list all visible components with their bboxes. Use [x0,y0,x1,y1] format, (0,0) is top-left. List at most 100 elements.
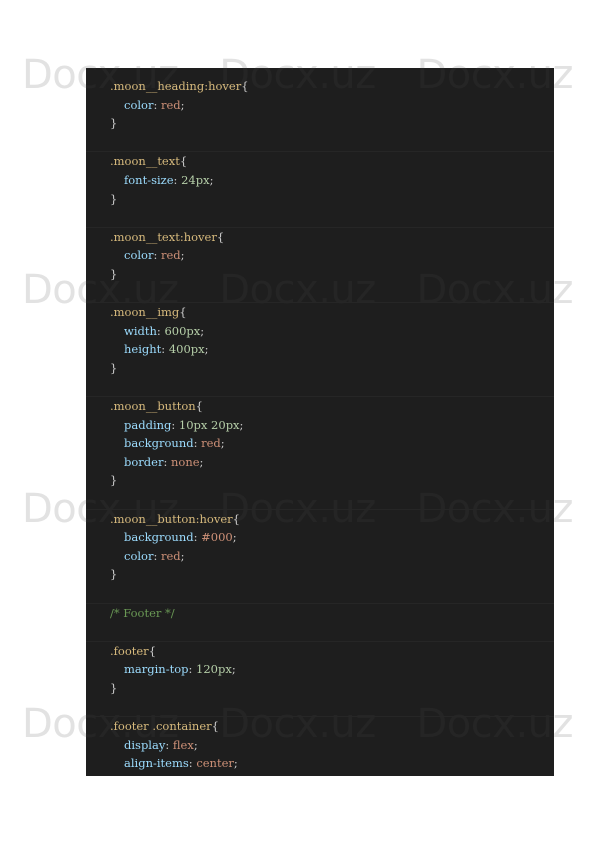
code-line: .footer .container{ [86,717,554,736]
code-token-prop: background [124,436,194,451]
code-line: justify-content: space-between; [86,773,554,776]
code-token-sel: .moon__heading:hover [110,79,242,93]
code-line: color: red; [86,246,554,265]
code-line-blank [86,584,554,604]
code-token-prop: margin-top [124,662,189,677]
code-line-blank [86,284,554,304]
code-line-blank [86,490,554,510]
code-token-num: 24px [181,172,210,187]
code-token-punc: { [179,305,187,320]
code-token-punc: ; [232,530,237,545]
code-line: .moon__text{ [86,152,554,171]
code-token-punc: : [163,454,171,469]
code-token-punc: : [161,342,169,357]
code-token-punc: ; [180,248,185,263]
code-line-blank [86,133,554,153]
code-token-punc: } [110,567,118,582]
code-token-sel: .footer [110,643,149,658]
code-token-prop: border [124,454,164,469]
code-token-str: space-between [216,775,303,776]
code-token-punc: ; [180,97,185,112]
code-line-blank [86,378,554,398]
code-line: .moon__button{ [86,397,554,416]
code-token-punc: : [153,248,161,263]
code-line: color: red; [86,96,554,115]
code-token-punc: { [211,719,219,734]
code-line: .footer{ [86,642,554,661]
code-token-str: center [196,756,234,771]
code-token-punc: ; [204,342,209,357]
code-token-punc: } [110,681,118,695]
code-token-punc: : [188,662,197,677]
code-line: } [86,679,554,698]
code-token-punc: } [110,266,118,281]
code-token-sel: .moon__img [110,305,180,320]
code-token-sel: .moon__button [110,399,196,414]
code-token-prop: height [124,342,162,357]
code-token-punc: ; [200,323,205,338]
code-token-punc: : [153,548,161,563]
code-token-punc: } [110,473,118,488]
code-token-num: 120px [196,662,232,677]
code-token-punc: ; [233,756,238,771]
code-token-prop: background [124,530,194,545]
code-token-sel: .moon__text:hover [110,229,217,244]
code-token-punc: ; [220,436,225,451]
code-line: padding: 10px 20px; [86,416,554,435]
code-line: } [86,114,554,133]
code-token-sel: .footer .container [110,719,212,734]
code-line: align-items: center; [86,754,554,773]
code-token-punc: { [195,399,203,414]
code-token-punc: } [110,191,118,206]
code-token-punc: { [232,511,240,526]
code-token-punc: ; [302,775,306,776]
code-token-str: red [161,548,181,563]
code-token-punc: : [173,172,182,187]
code-line: background: #000; [86,528,554,547]
code-token-com: /* Footer */ [110,605,175,620]
code-line-blank [86,622,554,642]
code-line: .moon__img{ [86,303,554,322]
code-token-punc: { [148,643,157,658]
code-token-punc: { [216,229,225,244]
code-line: .moon__heading:hover{ [86,77,554,96]
code-line: color: red; [86,547,554,566]
code-token-punc: ; [209,172,214,187]
code-token-punc: ; [231,662,236,677]
code-token-punc: ; [239,417,244,432]
code-token-punc: ; [199,454,204,469]
code-token-punc: { [179,154,188,169]
code-token-num: 600px [164,323,201,338]
code-token-prop: align-items [124,756,189,771]
code-line: border: none; [86,453,554,472]
code-token-punc: ; [180,548,185,563]
code-token-sel: .moon__button:hover [110,511,233,526]
code-token-punc: : [165,737,173,752]
code-block: Docx.uzDocx.uzDocx.uzDocx.uzDocx.uzDocx.… [86,68,554,776]
code-token-prop: font-size [124,172,174,187]
code-line: } [86,190,554,209]
code-token-prop: justify-content [124,775,208,776]
code-line: width: 600px; [86,322,554,341]
code-token-punc: { [241,79,249,93]
code-token-prop: color [124,248,154,263]
code-line: .moon__button:hover{ [86,510,554,529]
code-line: font-size: 24px; [86,171,554,190]
code-token-punc: } [110,360,118,375]
code-token-prop: color [124,97,154,112]
code-token-punc: : [193,530,202,545]
code-token-punc: : [193,436,202,451]
code-token-punc: : [171,417,179,432]
code-listing: .moon__heading:hover{color: red;} .moon_… [86,68,554,776]
code-token-punc: } [110,116,118,131]
code-line: /* Footer */ [86,604,554,623]
code-token-sel: .moon__text [110,154,180,169]
code-token-str: red [201,436,221,451]
code-token-str: none [170,454,200,469]
code-token-str: #000 [201,530,233,545]
code-line: } [86,265,554,284]
code-line: margin-top: 120px; [86,660,554,679]
code-token-str: flex [172,737,194,752]
code-token-str: red [161,248,181,263]
code-token-str: red [161,97,181,112]
